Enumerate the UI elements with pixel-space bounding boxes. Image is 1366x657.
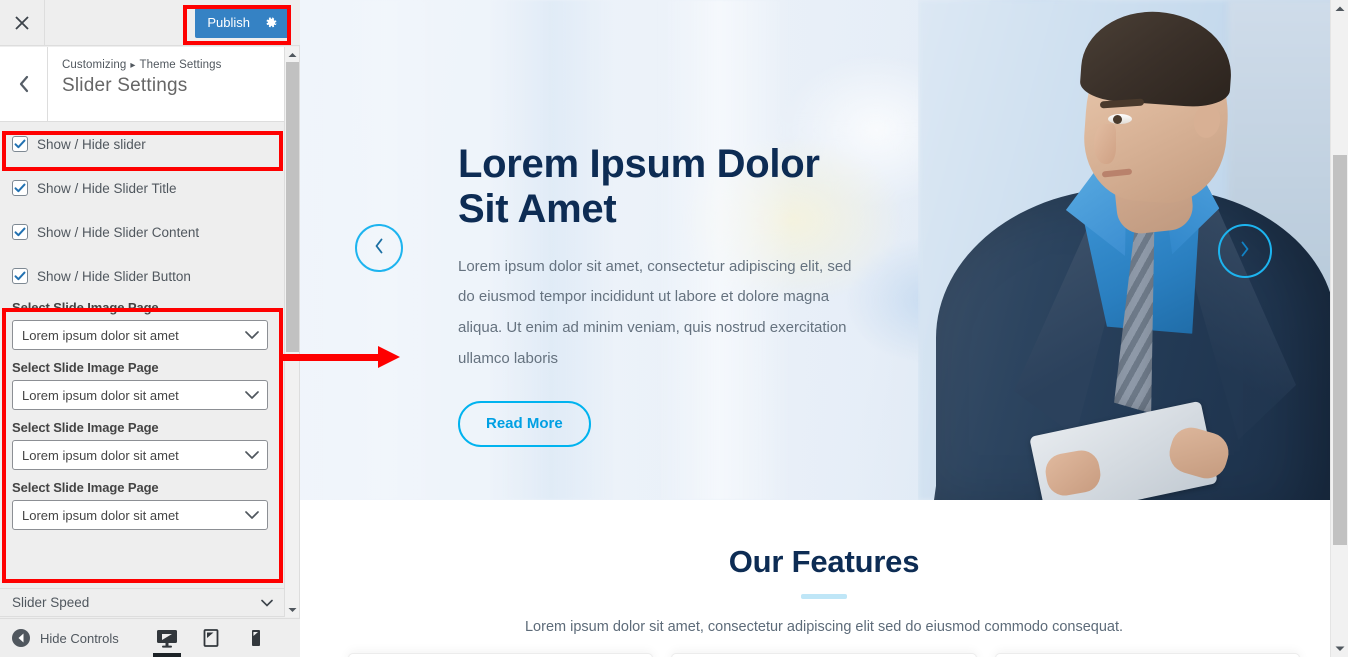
slider-prev-button[interactable] — [355, 224, 403, 272]
select-value: Lorem ipsum dolor sit amet — [22, 507, 179, 523]
breadcrumb-separator-icon: ▸ — [130, 60, 136, 71]
mobile-icon[interactable] — [233, 619, 277, 657]
tablet-icon[interactable] — [189, 619, 233, 657]
close-icon[interactable] — [0, 0, 45, 45]
preview-scroll-down-icon[interactable] — [1331, 640, 1348, 657]
select-label: Select Slide Image Page — [12, 300, 159, 315]
chevron-left-icon — [374, 238, 384, 259]
breadcrumb-parent: Theme Settings — [139, 59, 222, 71]
checkbox-show-hide-slider[interactable] — [12, 136, 28, 152]
control-show-hide-slider-title[interactable]: Show / Hide Slider Title — [0, 166, 285, 210]
checkbox-show-hide-slider-button[interactable] — [12, 268, 28, 284]
checkbox-show-hide-slider-title[interactable] — [12, 180, 28, 196]
features-section: Our Features Lorem ipsum dolor sit amet,… — [300, 500, 1348, 657]
desktop-icon[interactable] — [145, 619, 189, 657]
customizer-sidebar: Publish Customizing ▸ Theme Settings Sli… — [0, 0, 300, 657]
collapse-arrow-icon — [12, 629, 30, 647]
hide-controls-label: Hide Controls — [40, 630, 119, 646]
control-select-slide-image-page-1: Select Slide Image Page Lorem ipsum dolo… — [0, 298, 285, 358]
accordion-slider-speed[interactable]: Slider Speed — [0, 588, 285, 617]
publish-button[interactable]: Publish — [195, 7, 290, 38]
select-value: Lorem ipsum dolor sit amet — [22, 327, 179, 343]
accordion-label: Slider Speed — [12, 595, 90, 610]
hero-content: Lorem Ipsum Dolor Sit Amet Lorem ipsum d… — [458, 142, 878, 447]
hero-person-photo — [918, 0, 1348, 500]
checkbox-label: Show / Hide Slider Title — [37, 180, 177, 196]
chevron-down-icon — [245, 331, 259, 340]
control-show-hide-slider-button[interactable]: Show / Hide Slider Button — [0, 254, 285, 298]
select-slide-image-page-3[interactable]: Lorem ipsum dolor sit amet — [12, 440, 268, 470]
checkbox-label: Show / Hide Slider Button — [37, 268, 191, 284]
control-select-slide-image-page-4: Select Slide Image Page Lorem ipsum dolo… — [0, 478, 285, 538]
feature-card[interactable] — [671, 653, 977, 657]
preview-scrollbar[interactable] — [1330, 0, 1348, 657]
feature-card[interactable] — [348, 653, 654, 657]
checkbox-label: Show / Hide Slider Content — [37, 224, 200, 240]
control-select-slide-image-page-3: Select Slide Image Page Lorem ipsum dolo… — [0, 418, 285, 478]
publish-button-label: Publish — [207, 15, 250, 30]
hero-title: Lorem Ipsum Dolor Sit Amet — [458, 142, 820, 231]
slider-next-button[interactable] — [1218, 224, 1272, 278]
customizer-controls: Show / Hide slider Show / Hide Slider Ti… — [0, 122, 285, 587]
select-label: Select Slide Image Page — [12, 480, 159, 495]
select-value: Lorem ipsum dolor sit amet — [22, 447, 179, 463]
site-preview: Lorem Ipsum Dolor Sit Amet Lorem ipsum d… — [300, 0, 1348, 657]
features-title: Our Features — [728, 544, 920, 579]
chevron-down-icon — [261, 594, 273, 612]
hero-description: Lorem ipsum dolor sit amet, consectetur … — [458, 257, 852, 367]
scroll-down-icon[interactable] — [285, 602, 300, 617]
scroll-up-icon[interactable] — [285, 47, 299, 62]
breadcrumb: Customizing ▸ Theme Settings — [62, 59, 221, 71]
control-show-hide-slider-content[interactable]: Show / Hide Slider Content — [0, 210, 285, 254]
sidebar-scrollbar[interactable] — [284, 47, 299, 617]
select-slide-image-page-4[interactable]: Lorem ipsum dolor sit amet — [12, 500, 268, 530]
chevron-down-icon — [245, 391, 259, 400]
control-show-hide-slider[interactable]: Show / Hide slider — [0, 122, 285, 166]
select-slide-image-page-1[interactable]: Lorem ipsum dolor sit amet — [12, 320, 268, 350]
features-divider — [801, 594, 847, 599]
feature-card[interactable] — [994, 653, 1300, 657]
preview-scrollbar-thumb[interactable] — [1333, 155, 1347, 545]
section-header-text: Customizing ▸ Theme Settings Slider Settin… — [48, 47, 221, 121]
checkbox-show-hide-slider-content[interactable] — [12, 224, 28, 240]
preview-scroll-up-icon[interactable] — [1331, 0, 1348, 17]
section-header: Customizing ▸ Theme Settings Slider Settin… — [0, 47, 285, 122]
control-select-slide-image-page-2: Select Slide Image Page Lorem ipsum dolo… — [0, 358, 285, 418]
page-title: Slider Settings — [62, 75, 188, 96]
select-value: Lorem ipsum dolor sit amet — [22, 387, 179, 403]
customizer-footer: Hide Controls — [0, 618, 300, 657]
read-more-button[interactable]: Read More — [458, 400, 591, 447]
checkbox-label: Show / Hide slider — [37, 136, 146, 152]
features-card-list — [300, 653, 1348, 657]
device-preview-group — [145, 619, 277, 657]
breadcrumb-root: Customizing — [62, 59, 127, 71]
sidebar-scrollbar-thumb[interactable] — [286, 62, 299, 352]
customizer-header: Publish — [0, 0, 300, 46]
select-slide-image-page-2[interactable]: Lorem ipsum dolor sit amet — [12, 380, 268, 410]
select-label: Select Slide Image Page — [12, 420, 159, 435]
hero-slider: Lorem Ipsum Dolor Sit Amet Lorem ipsum d… — [300, 0, 1348, 500]
chevron-down-icon — [245, 451, 259, 460]
back-button[interactable] — [0, 47, 48, 121]
chevron-down-icon — [245, 511, 259, 520]
customizer-screen: Publish Customizing ▸ Theme Settings Sli… — [0, 0, 1366, 657]
hide-controls-button[interactable]: Hide Controls — [12, 629, 119, 647]
chevron-right-icon — [1240, 241, 1250, 262]
publish-group: Publish — [195, 7, 290, 38]
gear-icon[interactable] — [264, 16, 278, 30]
select-label: Select Slide Image Page — [12, 360, 159, 375]
features-subtitle: Lorem ipsum dolor sit amet, consectetur … — [524, 619, 1124, 635]
